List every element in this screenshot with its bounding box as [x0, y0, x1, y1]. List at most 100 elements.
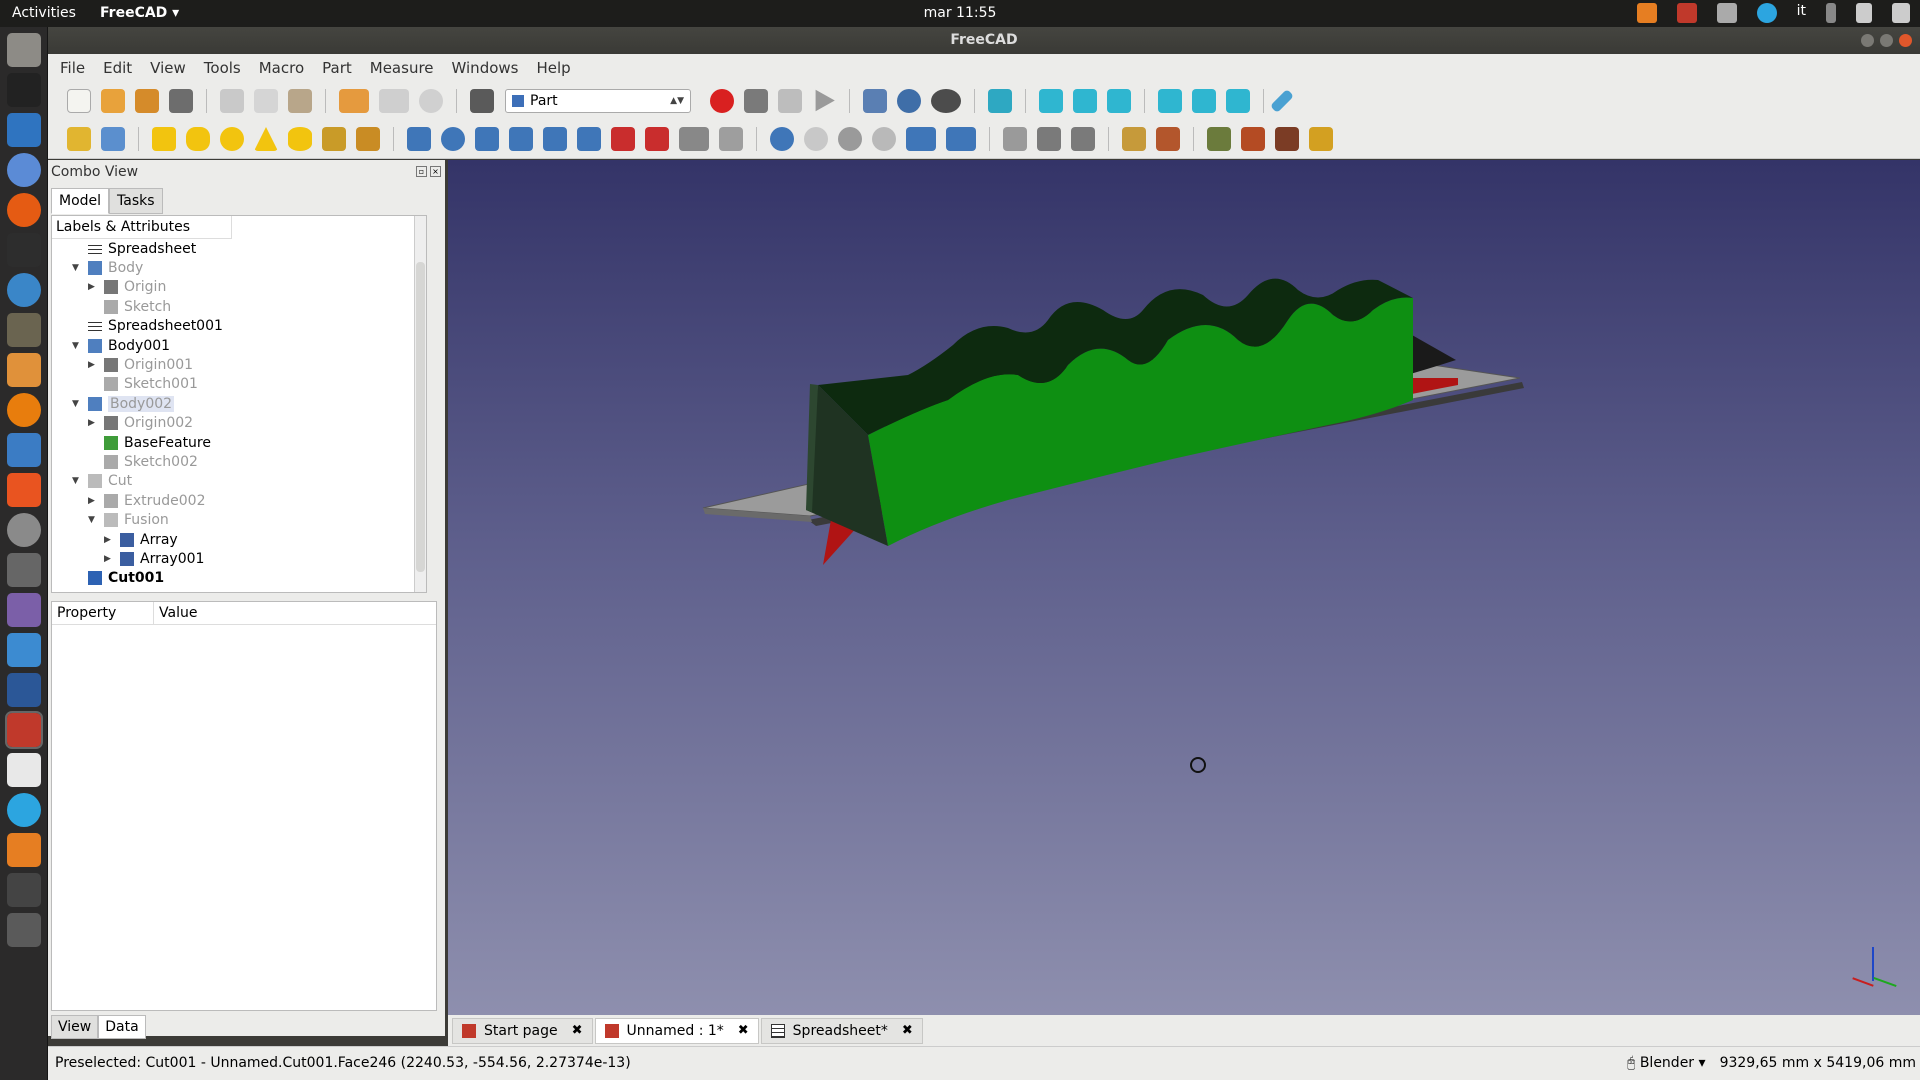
- cylinder-icon[interactable]: [186, 127, 210, 151]
- split-tools-icon[interactable]: [946, 127, 976, 151]
- tree-item[interactable]: ▶ Array: [104, 530, 178, 549]
- minimize-icon[interactable]: [1861, 34, 1874, 47]
- top-view-icon[interactable]: [1073, 88, 1097, 113]
- revolve-icon[interactable]: [441, 127, 465, 151]
- tree-item[interactable]: ▼ Body001: [72, 336, 170, 355]
- telegram-tray-icon[interactable]: [1756, 3, 1777, 23]
- common-icon[interactable]: [872, 127, 896, 151]
- vlc-launcher-icon[interactable]: [7, 833, 41, 867]
- fuse-icon[interactable]: [838, 127, 862, 151]
- draw-launcher-icon[interactable]: [7, 353, 41, 387]
- expand-right-icon[interactable]: ▶: [88, 360, 98, 370]
- value-column-header[interactable]: Value: [154, 602, 436, 624]
- join-features-icon[interactable]: [906, 127, 936, 151]
- redo-icon[interactable]: [379, 88, 409, 113]
- tree-item[interactable]: ▶ Origin002: [88, 414, 193, 433]
- menu-part[interactable]: Part: [322, 59, 352, 77]
- close-tab-icon[interactable]: ✖: [572, 1023, 583, 1038]
- tree-item[interactable]: BaseFeature: [88, 433, 211, 452]
- menu-view[interactable]: View: [150, 59, 186, 77]
- clock[interactable]: mar 11:55: [0, 5, 1920, 21]
- volume-icon[interactable]: [1856, 3, 1872, 23]
- terminal-launcher-icon[interactable]: [7, 233, 41, 267]
- writer-launcher-icon[interactable]: [7, 113, 41, 147]
- scroll-thumb[interactable]: [416, 262, 425, 572]
- print-icon[interactable]: [169, 88, 193, 113]
- menu-macro[interactable]: Macro: [259, 59, 304, 77]
- inkscape-launcher-icon[interactable]: [7, 73, 41, 107]
- tube-icon[interactable]: [322, 127, 346, 151]
- bottom-view-icon[interactable]: [1192, 88, 1216, 113]
- notes-launcher-icon[interactable]: [7, 753, 41, 787]
- tree-item[interactable]: ▼ Body: [72, 258, 143, 277]
- tab-view[interactable]: View: [51, 1015, 99, 1039]
- menu-tools[interactable]: Tools: [204, 59, 241, 77]
- loft-icon[interactable]: [645, 127, 669, 151]
- tree-item[interactable]: Sketch: [88, 297, 171, 316]
- expand-right-icon[interactable]: ▶: [104, 535, 114, 545]
- undo-icon[interactable]: [339, 88, 369, 113]
- camera-launcher-icon[interactable]: [7, 553, 41, 587]
- new-file-icon[interactable]: [67, 88, 91, 113]
- open-file-icon[interactable]: [101, 88, 125, 113]
- tree-item[interactable]: ▶ Origin: [88, 278, 166, 297]
- doc-tab-spreadsheet[interactable]: Spreadsheet* ✖: [760, 1017, 923, 1044]
- expand-down-icon[interactable]: ▼: [72, 263, 82, 273]
- compound-tools-icon[interactable]: [1003, 127, 1027, 151]
- help-tray-icon[interactable]: [1826, 3, 1836, 23]
- float-dock-icon[interactable]: ▫: [416, 166, 427, 177]
- settings-launcher-icon[interactable]: [7, 513, 41, 547]
- expand-down-icon[interactable]: ▼: [72, 341, 82, 351]
- run-macro-icon[interactable]: [815, 89, 835, 112]
- cone-icon[interactable]: [254, 127, 278, 151]
- paste-icon[interactable]: [288, 88, 312, 113]
- tree-item[interactable]: ▶ Array001: [104, 549, 204, 568]
- fillet-icon[interactable]: [509, 127, 533, 151]
- expand-right-icon[interactable]: ▶: [88, 418, 98, 428]
- clipboard-tray-icon[interactable]: [1716, 3, 1737, 23]
- vlc-tray-icon[interactable]: [1636, 3, 1657, 23]
- left-view-icon[interactable]: [1226, 88, 1250, 113]
- firefox-launcher-icon[interactable]: [7, 193, 41, 227]
- tree-item[interactable]: Sketch001: [88, 375, 198, 394]
- tree-item[interactable]: ▼ Cut: [72, 472, 132, 491]
- menu-measure[interactable]: Measure: [370, 59, 434, 77]
- show-apps-icon[interactable]: [7, 913, 41, 947]
- recorder-tray-icon[interactable]: [1676, 3, 1697, 23]
- tree-header[interactable]: Labels & Attributes: [52, 216, 232, 239]
- whats-this-icon[interactable]: [470, 88, 494, 113]
- 3d-viewport[interactable]: [448, 160, 1920, 1015]
- expand-down-icon[interactable]: ▼: [72, 399, 82, 409]
- extrude-icon[interactable]: [407, 127, 431, 151]
- gimp-launcher-icon[interactable]: [7, 313, 41, 347]
- tree-item[interactable]: Spreadsheet: [72, 239, 196, 258]
- tree-item[interactable]: Sketch002: [88, 452, 198, 471]
- boolean-icon[interactable]: [770, 127, 794, 151]
- measure-clear-icon[interactable]: [1309, 127, 1333, 151]
- measure-distance-icon[interactable]: [1269, 88, 1295, 113]
- switch-launcher-icon[interactable]: [7, 633, 41, 667]
- isometric-view-icon[interactable]: [988, 88, 1012, 113]
- expand-right-icon[interactable]: ▶: [104, 554, 114, 564]
- menu-file[interactable]: File: [60, 59, 85, 77]
- tree-item[interactable]: ▼ Body002: [72, 394, 175, 413]
- freecad-launcher-icon[interactable]: [5, 711, 43, 749]
- doc-tab-start-page[interactable]: Start page ✖: [452, 1017, 593, 1044]
- mirror-icon[interactable]: [475, 127, 499, 151]
- menu-help[interactable]: Help: [536, 59, 570, 77]
- editor-launcher-icon[interactable]: [7, 273, 41, 307]
- doc-tab-unnamed[interactable]: Unnamed : 1* ✖: [594, 1017, 759, 1044]
- expand-right-icon[interactable]: ▶: [88, 282, 98, 292]
- cube-icon[interactable]: [152, 127, 176, 151]
- close-tab-icon[interactable]: ✖: [738, 1023, 749, 1038]
- property-column-header[interactable]: Property: [52, 602, 154, 624]
- software-launcher-icon[interactable]: [7, 473, 41, 507]
- activities-button[interactable]: Activities: [12, 5, 76, 21]
- offset-icon[interactable]: [719, 127, 743, 151]
- part-icon[interactable]: [67, 127, 91, 151]
- measure-refresh-icon[interactable]: [1275, 127, 1299, 151]
- navigation-style-button[interactable]: 🖰 Blender ▾: [1627, 1055, 1706, 1071]
- blender-launcher-icon[interactable]: [7, 393, 41, 427]
- telegram-launcher-icon[interactable]: [7, 793, 41, 827]
- group-icon[interactable]: [101, 127, 125, 151]
